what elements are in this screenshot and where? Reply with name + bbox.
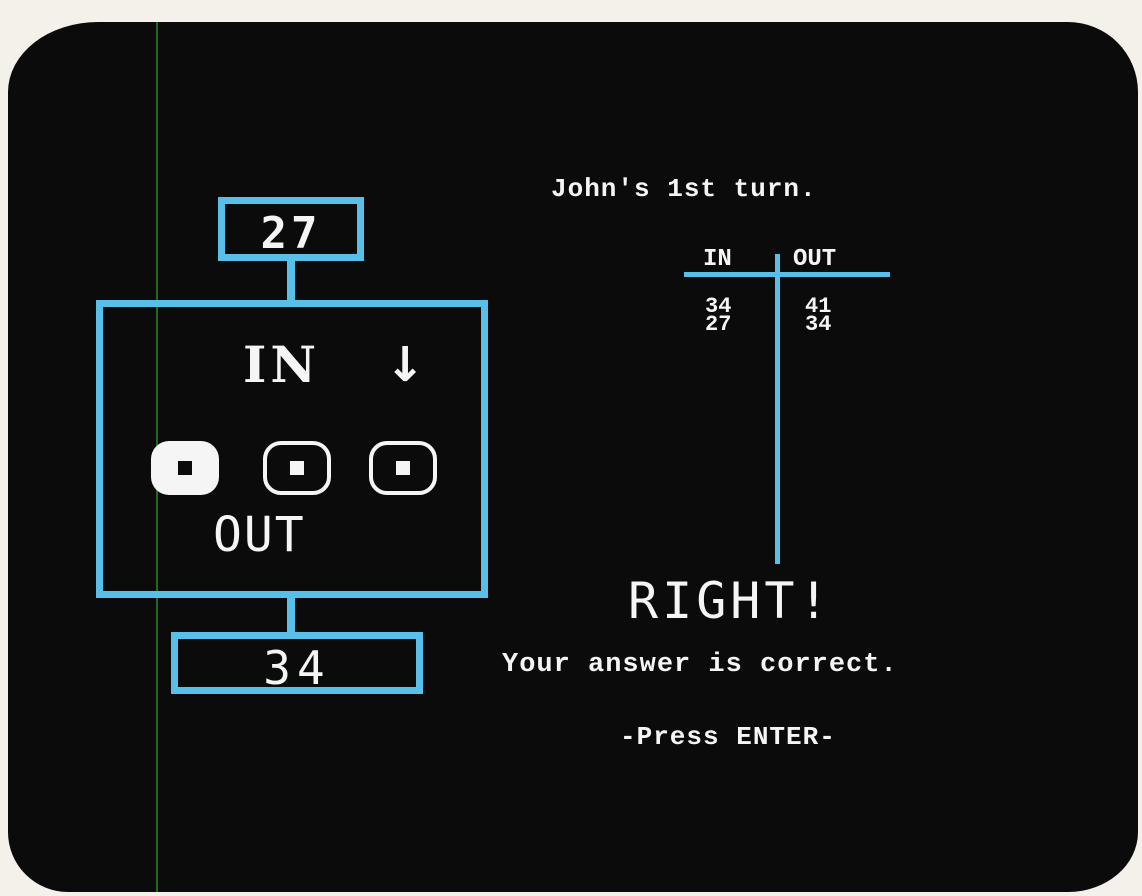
table-column-divider bbox=[775, 254, 780, 564]
dial-2 bbox=[263, 441, 331, 495]
machine-out-label: OUT bbox=[213, 507, 306, 563]
press-enter-prompt[interactable]: -Press ENTER- bbox=[620, 722, 836, 752]
machine-in-label: IN bbox=[243, 335, 321, 394]
dial-center bbox=[396, 461, 410, 475]
table-header-out: OUT bbox=[793, 246, 837, 273]
input-connector bbox=[287, 261, 295, 300]
down-arrow-icon: ↓ bbox=[385, 337, 426, 393]
function-machine: IN ↓ OUT bbox=[96, 300, 488, 598]
crt-screen: 27 IN ↓ OUT 34 John's 1st turn. IN OUT 3… bbox=[8, 22, 1138, 892]
output-number-box: 34 bbox=[171, 632, 423, 695]
dial-center bbox=[290, 461, 304, 475]
table-header-rule bbox=[684, 272, 890, 277]
table-out-column: 41 34 bbox=[805, 296, 832, 337]
table-cell: 27 bbox=[705, 312, 732, 337]
table-header-in: IN bbox=[703, 246, 732, 273]
dial-3 bbox=[369, 441, 437, 495]
result-message: Your answer is correct. bbox=[502, 650, 898, 680]
table-in-column: 34 27 bbox=[705, 296, 732, 337]
input-number-box: 27 bbox=[218, 197, 364, 261]
table-cell: 34 bbox=[805, 312, 832, 337]
dial-center bbox=[178, 461, 192, 475]
input-number: 27 bbox=[260, 208, 322, 259]
dial-1 bbox=[151, 441, 219, 495]
output-connector bbox=[287, 598, 295, 632]
output-number: 34 bbox=[263, 641, 331, 695]
result-heading: RIGHT! bbox=[628, 572, 833, 630]
turn-indicator: John's 1st turn. bbox=[551, 174, 817, 204]
